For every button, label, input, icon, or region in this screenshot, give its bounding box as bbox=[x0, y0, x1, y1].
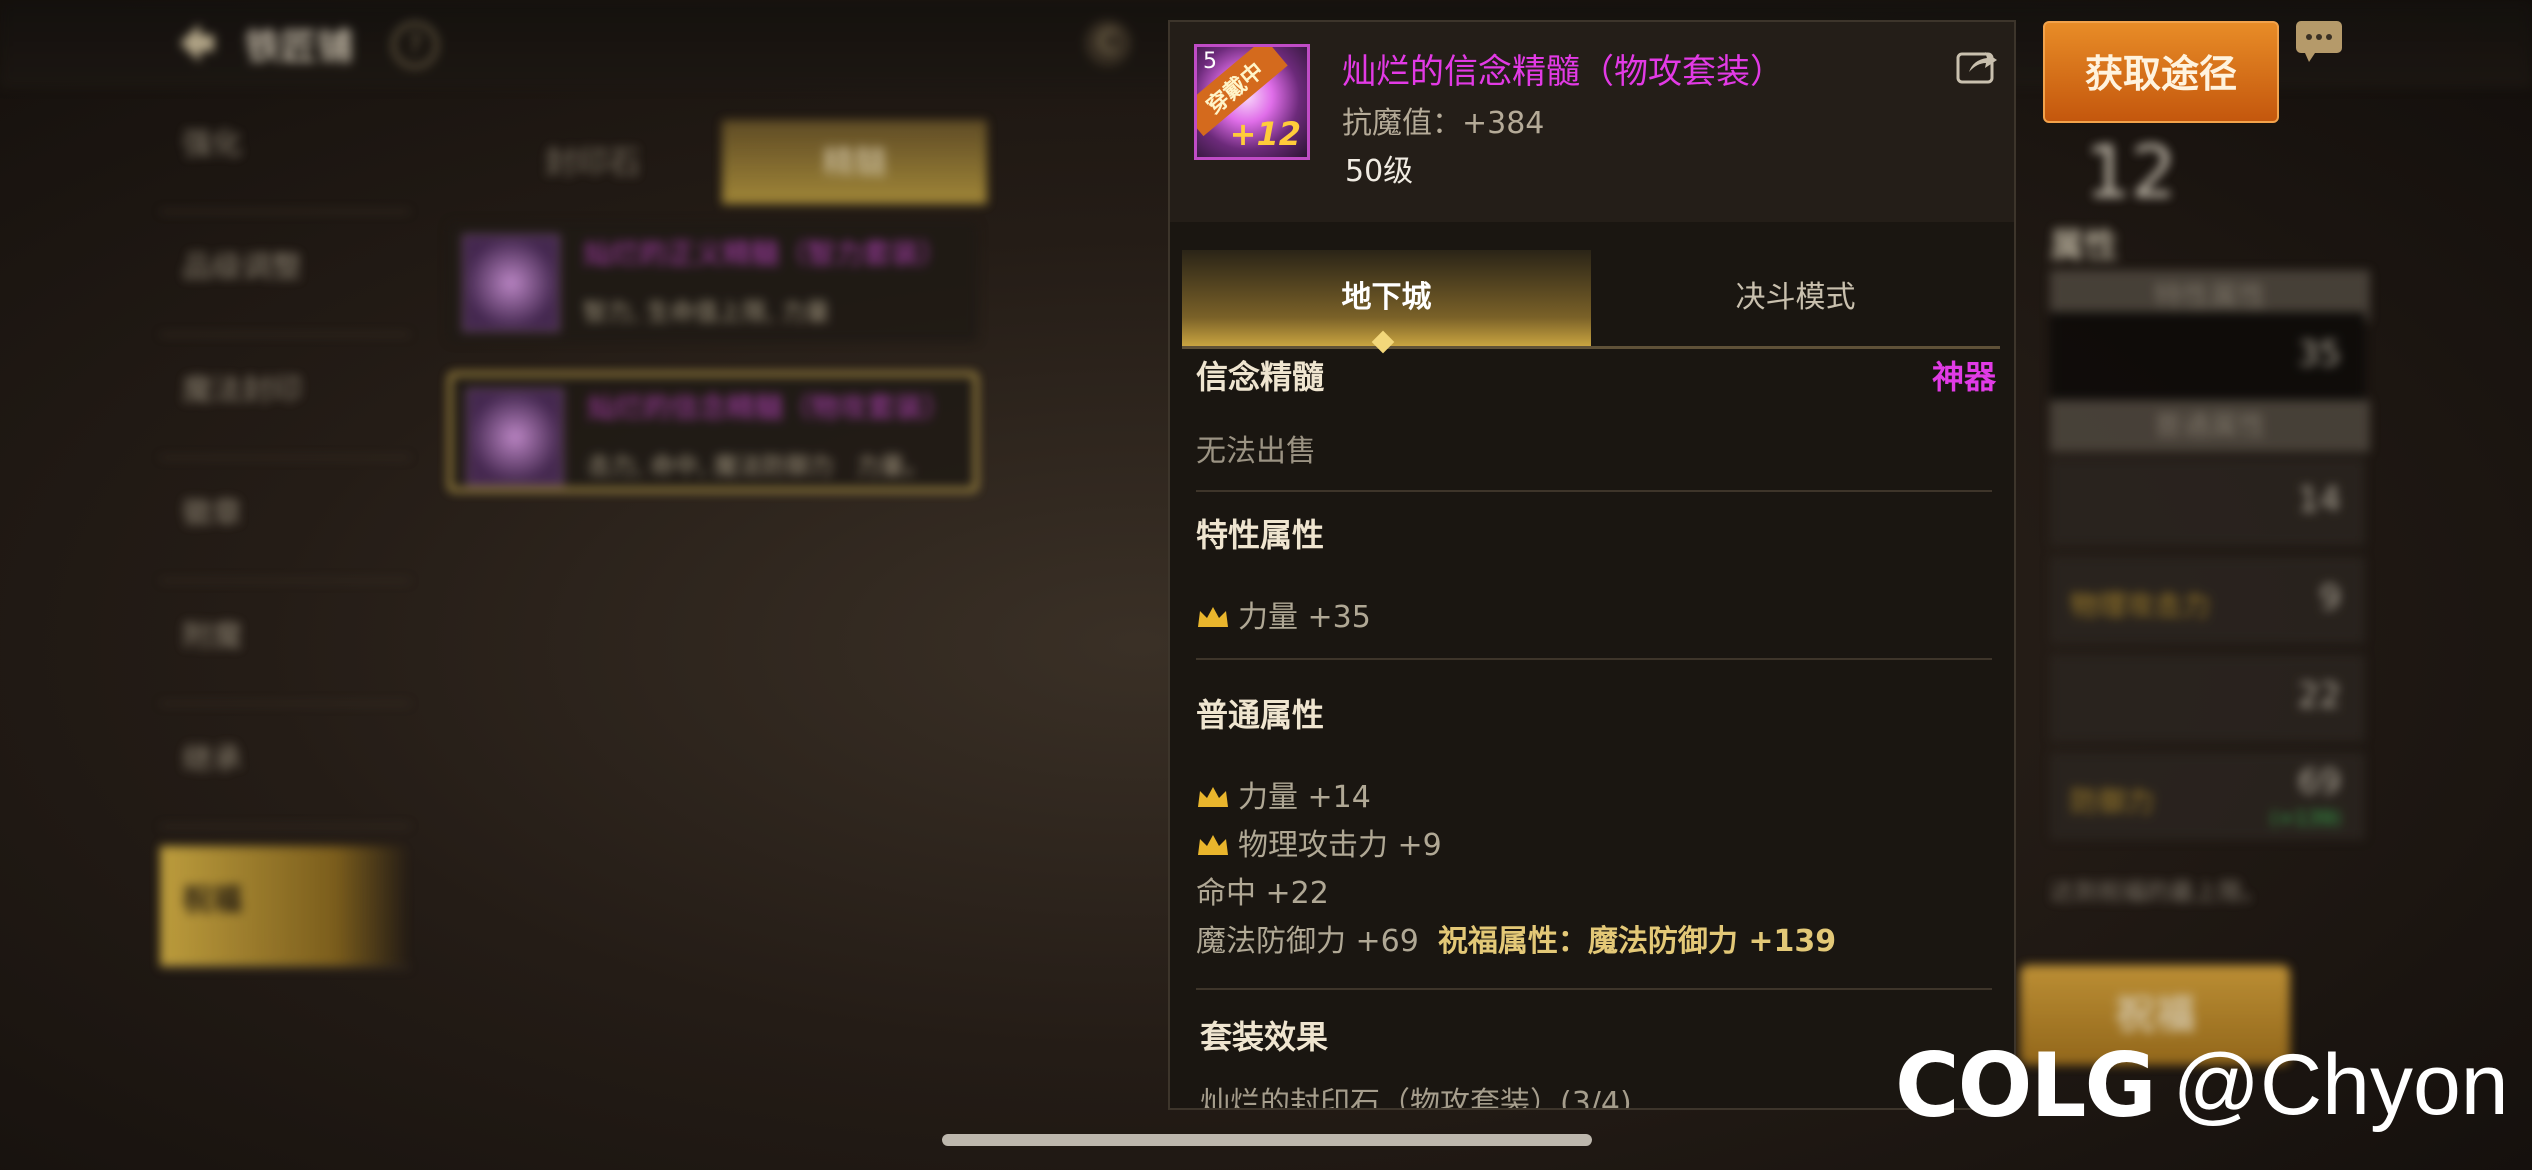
mode-tabs: 地下城 决斗模式 bbox=[1182, 250, 2000, 354]
set-item: 灿烂的封印石（物攻套装）(3/4) bbox=[1200, 1086, 1632, 1110]
divider bbox=[1196, 988, 1992, 990]
menu-item-bless[interactable]: 祝福 bbox=[160, 846, 410, 969]
list-item-desc: 智力, 生命值上限, 力量 bbox=[583, 298, 830, 326]
tab-duel[interactable]: 决斗模式 bbox=[1591, 250, 2000, 346]
item-resist: 抗魔值：+384 bbox=[1342, 106, 1545, 141]
item-type: 信念精髓 bbox=[1196, 358, 1325, 396]
list-item-selected[interactable]: 灿烂的信念精髓（物攻套装） 击力, 命中, 魔法防御力 力量。 bbox=[448, 372, 978, 492]
stat-row: 14 bbox=[2050, 458, 2365, 546]
list-item-name: 灿烂的信念精髓（物攻套装） bbox=[587, 391, 952, 424]
stat-row: 22 bbox=[2050, 654, 2365, 742]
list-item-name: 灿烂的正义精髓（智力套装） bbox=[583, 237, 948, 270]
divider bbox=[1196, 658, 1992, 660]
side-menu: 强化 品级调整 魔法封印 徽章 附魔 继承 祝福 bbox=[160, 90, 410, 969]
crown-icon bbox=[1198, 835, 1228, 855]
menu-item-emblem[interactable]: 徽章 bbox=[160, 459, 410, 582]
item-icon: 穿戴中 5 +12 bbox=[1194, 44, 1310, 160]
share-icon[interactable] bbox=[1955, 46, 1999, 86]
tab-seal-stone[interactable]: 封印石 bbox=[460, 120, 725, 204]
menu-item-grade[interactable]: 品级调整 bbox=[160, 213, 410, 336]
get-source-button[interactable]: 获取途径 bbox=[2043, 21, 2279, 123]
stat-row: 物理攻击力 9 bbox=[2050, 556, 2365, 644]
normal-stat: 力量 +14 bbox=[1196, 772, 1371, 816]
tab-dungeon[interactable]: 地下城 bbox=[1182, 250, 1591, 346]
list-item-desc: 击力, 命中, 魔法防御力 力量。 bbox=[587, 452, 929, 480]
normal-stat: 物理攻击力 +9 bbox=[1196, 820, 1442, 864]
divider bbox=[1196, 490, 1992, 492]
item-level: 50级 bbox=[1345, 154, 1414, 189]
watermark-handle: @Chyon bbox=[2172, 1036, 2509, 1133]
list-item[interactable]: 灿烂的正义精髓（智力套装） 智力, 生命值上限, 力量 bbox=[448, 222, 978, 342]
menu-item-enhance[interactable]: 强化 bbox=[160, 90, 410, 213]
sell-info: 无法出售 bbox=[1196, 434, 1316, 469]
back-arrow-icon[interactable] bbox=[170, 18, 220, 68]
item-detail-popup: 穿戴中 5 +12 灿烂的信念精髓（物攻套装） 抗魔值：+384 50级 地下城… bbox=[1168, 20, 2016, 1110]
tab-essence[interactable]: 精髓 bbox=[722, 120, 987, 204]
material-tabs: 封印石 精髓 bbox=[460, 120, 990, 204]
chat-icon[interactable] bbox=[2295, 20, 2343, 64]
normal-stat: 命中 +22 bbox=[1196, 876, 1329, 911]
mdef-stat: 魔法防御力 +69 祝福属性：魔法防御力 +139 bbox=[1196, 924, 1837, 959]
big-number: 12 bbox=[2085, 130, 2177, 214]
menu-item-seal[interactable]: 魔法封印 bbox=[160, 336, 410, 459]
item-name: 灿烂的信念精髓（物攻套装） bbox=[1342, 52, 1784, 92]
currency-icon: C bbox=[1085, 20, 1131, 66]
enhance-level: +12 bbox=[1229, 115, 1301, 153]
set-title: 套装效果 bbox=[1200, 1018, 1329, 1056]
watermark-logo: COLG bbox=[1895, 1033, 2157, 1137]
item-count: 5 bbox=[1203, 49, 1217, 74]
menu-item-inherit[interactable]: 继承 bbox=[160, 705, 410, 828]
normal-title: 普通属性 bbox=[1196, 696, 1325, 734]
item-rarity: 神器 bbox=[1931, 358, 1996, 396]
watermark: COLG @Chyon bbox=[1895, 1033, 2509, 1137]
trait-stat: 力量 +35 bbox=[1196, 592, 1371, 636]
menu-item-enchant[interactable]: 附魔 bbox=[160, 582, 410, 705]
item-header: 穿戴中 5 +12 灿烂的信念精髓（物攻套装） 抗魔值：+384 50级 bbox=[1170, 22, 2014, 222]
stats-bar-normal: 普通属性 bbox=[2050, 400, 2370, 452]
essence-icon bbox=[466, 388, 564, 486]
bless-note: 达到祝福的最上限。 bbox=[2050, 878, 2266, 906]
stat-row: 防御力 69 (+139) bbox=[2050, 752, 2365, 840]
home-indicator[interactable] bbox=[942, 1134, 1592, 1146]
stats-panel: 12 属性 特性属性 35 普通属性 14 物理攻击力 9 22 防御力 69 … bbox=[2010, 0, 2370, 1000]
trait-title: 特性属性 bbox=[1196, 516, 1325, 554]
page-title: 铁匠铺 bbox=[245, 27, 354, 68]
help-icon[interactable]: ? bbox=[392, 22, 438, 68]
crown-icon bbox=[1198, 787, 1228, 807]
stat-row: 35 bbox=[2050, 312, 2365, 400]
section-title: 属性 bbox=[2050, 226, 2118, 266]
essence-icon bbox=[462, 234, 560, 332]
crown-icon bbox=[1198, 607, 1228, 627]
